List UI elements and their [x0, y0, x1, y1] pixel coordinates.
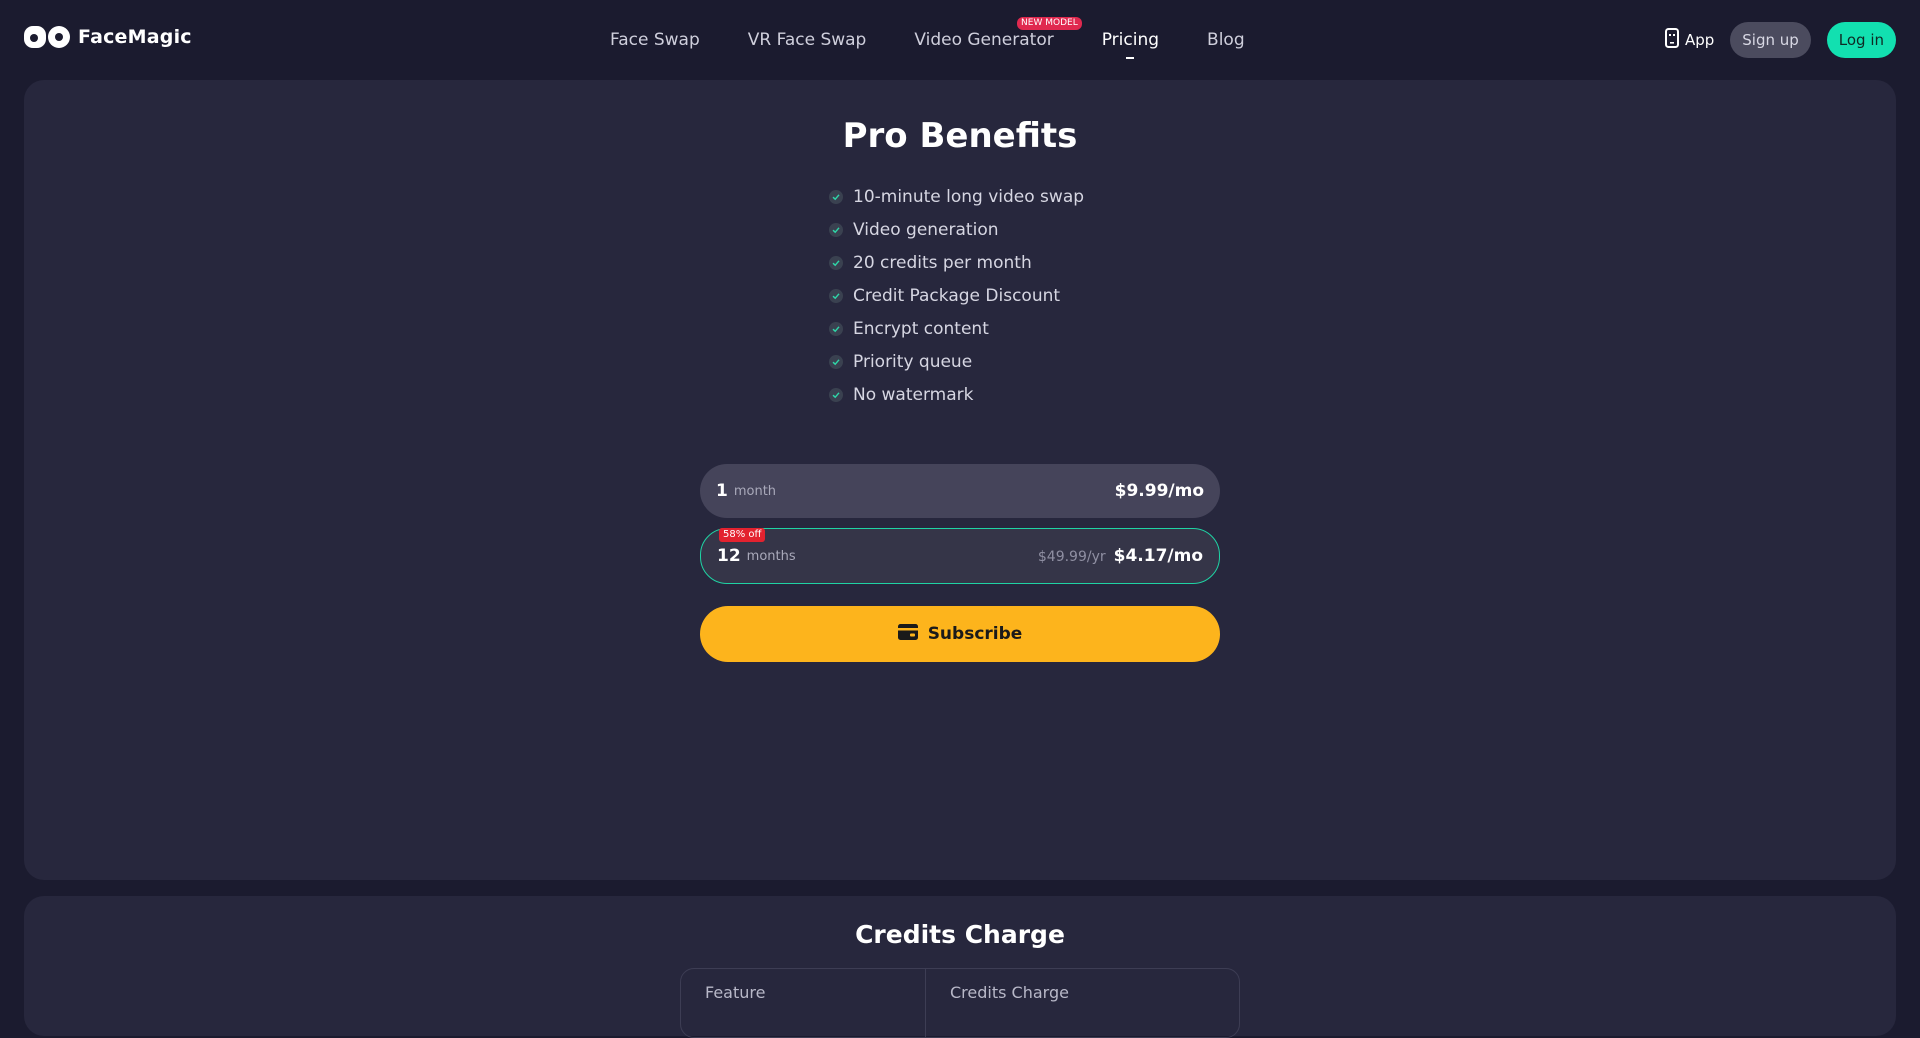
- brand-name: FaceMagic: [78, 26, 192, 48]
- plan-yearly-price: $49.99/yr: [1037, 549, 1106, 565]
- main-nav: Face Swap VR Face Swap Video Generator N…: [610, 0, 1293, 80]
- benefit-item: Credit Package Discount: [829, 279, 1089, 312]
- plan-quantity: 12: [717, 546, 741, 566]
- credit-card-icon: [897, 623, 918, 645]
- benefits-list: 10-minute long video swap Video generati…: [829, 180, 1089, 411]
- nav-item-vr-face-swap[interactable]: VR Face Swap: [748, 30, 867, 50]
- check-icon: [829, 189, 843, 204]
- pro-benefits-title: Pro Benefits: [842, 116, 1078, 156]
- benefit-label: Credit Package Discount: [853, 285, 1061, 306]
- plan-option-12-months[interactable]: 58% off 12 months $49.99/yr $4.17/mo: [700, 528, 1220, 584]
- check-icon: [829, 321, 843, 336]
- pro-benefits-panel: Pro Benefits 10-minute long video swap V…: [24, 80, 1896, 880]
- log-in-button[interactable]: Log in: [1826, 22, 1896, 58]
- benefit-item: 10-minute long video swap: [829, 180, 1089, 213]
- nav-item-label: Blog: [1207, 30, 1245, 50]
- nav-item-blog[interactable]: Blog: [1207, 30, 1245, 50]
- app-download-link[interactable]: App: [1664, 28, 1715, 52]
- benefit-label: No watermark: [853, 384, 974, 405]
- check-icon: [829, 222, 843, 237]
- benefit-label: Priority queue: [853, 351, 973, 372]
- new-model-badge: NEW MODEL: [1017, 17, 1082, 30]
- benefit-item: Video generation: [829, 213, 1089, 246]
- credits-charge-title: Credits Charge: [855, 920, 1065, 949]
- logo[interactable]: FaceMagic: [24, 26, 192, 48]
- plan-quantity: 1: [716, 481, 728, 501]
- header-actions: App Sign up Log in: [1664, 22, 1896, 58]
- credits-charge-panel: Credits Charge Feature Credits Charge: [24, 896, 1896, 1038]
- subscribe-button[interactable]: Subscribe: [700, 606, 1220, 662]
- benefit-label: 20 credits per month: [853, 252, 1032, 273]
- plan-price: $4.17/mo: [1113, 546, 1203, 566]
- check-icon: [829, 255, 843, 270]
- app-link-label: App: [1684, 31, 1715, 49]
- benefit-label: 10-minute long video swap: [853, 186, 1085, 207]
- check-icon: [829, 354, 843, 369]
- subscribe-label: Subscribe: [927, 624, 1023, 644]
- sign-up-button[interactable]: Sign up: [1730, 22, 1811, 58]
- nav-item-label: Face Swap: [610, 30, 700, 50]
- logo-icon: [24, 26, 70, 48]
- plan-pricing: $9.99/mo: [1115, 481, 1204, 501]
- plan-options: 1 month $9.99/mo 58% off 12 months $49.9…: [700, 464, 1220, 662]
- plan-unit: months: [746, 548, 796, 564]
- benefit-item: Priority queue: [829, 345, 1089, 378]
- nav-item-label: Pricing: [1101, 30, 1160, 50]
- plan-price: $9.99/mo: [1114, 481, 1204, 501]
- plan-pricing: $49.99/yr $4.17/mo: [1038, 546, 1203, 566]
- nav-item-label: VR Face Swap: [747, 30, 867, 50]
- nav-item-video-generator[interactable]: Video Generator NEW MODEL: [914, 17, 1082, 50]
- benefit-label: Video generation: [853, 219, 999, 240]
- plan-option-1-month[interactable]: 1 month $9.99/mo: [700, 464, 1220, 518]
- nav-item-label: Video Generator: [914, 30, 1054, 50]
- table-header-feature: Feature: [681, 969, 926, 1037]
- top-navigation-bar: FaceMagic Face Swap VR Face Swap Video G…: [0, 0, 1920, 80]
- nav-item-face-swap[interactable]: Face Swap: [610, 30, 700, 50]
- discount-badge: 58% off: [719, 528, 766, 542]
- check-icon: [829, 387, 843, 402]
- check-icon: [829, 288, 843, 303]
- nav-item-pricing[interactable]: Pricing: [1102, 30, 1159, 50]
- table-header-credits-charge: Credits Charge: [950, 983, 1069, 1002]
- plan-unit: month: [733, 483, 777, 499]
- phone-icon: [1664, 28, 1679, 52]
- benefit-item: No watermark: [829, 378, 1089, 411]
- credits-table: Feature Credits Charge: [680, 968, 1240, 1038]
- benefit-item: Encrypt content: [829, 312, 1089, 345]
- benefit-item: 20 credits per month: [829, 246, 1089, 279]
- benefit-label: Encrypt content: [853, 318, 989, 339]
